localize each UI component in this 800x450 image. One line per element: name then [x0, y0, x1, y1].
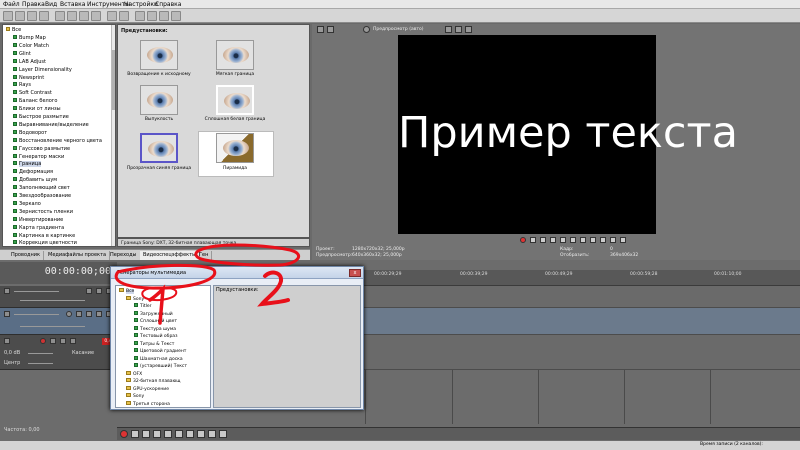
annotation-layer [114, 243, 301, 325]
annotation-circle-dialog-title [114, 263, 217, 290]
annotation-number-2 [257, 270, 290, 307]
annotation-circle-tab [194, 243, 301, 267]
annotation-number-1 [148, 284, 166, 325]
